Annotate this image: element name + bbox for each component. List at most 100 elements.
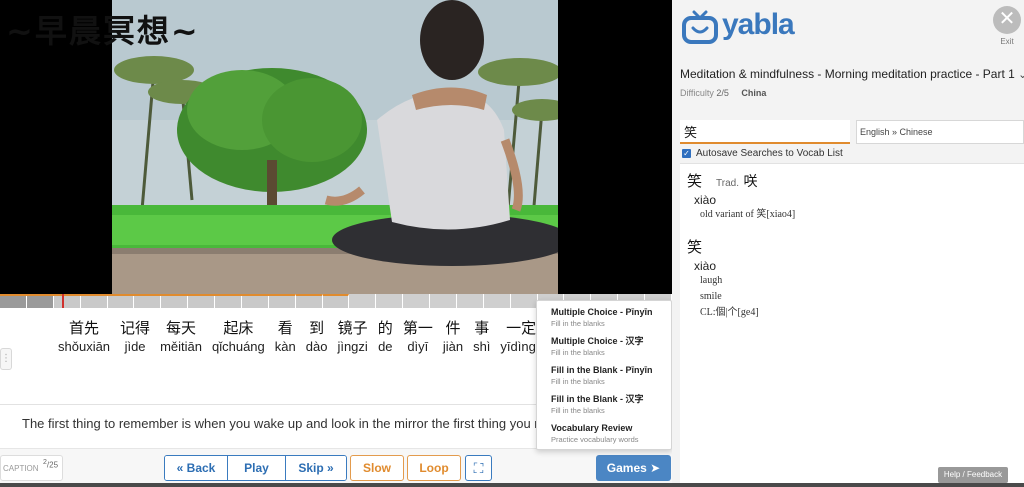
skip-button[interactable]: Skip »: [286, 456, 346, 480]
dictionary-entry: 笑 Trad. 咲 xiào old variant of 笑[xiao4]: [687, 170, 795, 223]
timeline-segment[interactable]: [134, 294, 162, 308]
caption-word[interactable]: 第一 dìyī: [403, 318, 433, 356]
fullscreen-icon[interactable]: ⛶: [465, 455, 492, 481]
games-button-label: Games: [606, 461, 647, 475]
caption-word[interactable]: 记得 jìde: [120, 318, 150, 356]
episode-meta: Difficulty 2/5 China: [680, 88, 766, 98]
slow-button[interactable]: Slow: [350, 455, 404, 481]
yabla-logo[interactable]: yabla: [680, 8, 820, 48]
exit-button[interactable]: ✕ Exit: [992, 6, 1022, 50]
dictionary-search-input[interactable]: [680, 120, 850, 144]
entry-definition: laugh: [700, 275, 723, 286]
entry-pinyin: xiào: [694, 259, 717, 273]
timeline-segment[interactable]: [349, 294, 377, 308]
caption-word[interactable]: 事 shì: [473, 318, 490, 356]
games-menu-item-title: Fill in the Blank - Pīnyīn: [551, 365, 653, 375]
caption-word-pinyin: kàn: [274, 339, 296, 354]
games-menu-item[interactable]: Fill in the Blank - 汉字 Fill in the blanks: [551, 393, 669, 416]
caption-word[interactable]: 件 jiàn: [443, 318, 463, 356]
games-menu-item-subtitle: Fill in the blanks: [551, 406, 605, 415]
entry-trad-label: Trad.: [716, 178, 739, 189]
caption-word[interactable]: 每天 měitiān: [160, 318, 202, 356]
resize-handle-icon[interactable]: ⋮: [0, 348, 12, 370]
video-overlay-title: ~早晨冥想~: [6, 12, 200, 50]
caption-word-pinyin: jìde: [124, 339, 146, 354]
autosave-checkbox[interactable]: ✓ Autosave Searches to Vocab List: [682, 148, 843, 159]
caption-word[interactable]: 看 kàn: [275, 318, 296, 356]
games-menu-item-title: Multiple Choice - Pīnyīn: [551, 307, 653, 317]
timeline-segment[interactable]: [107, 294, 135, 308]
entry-definition: CL:個|个[ge4]: [700, 307, 759, 318]
timeline-segment[interactable]: [295, 294, 323, 308]
difficulty-value: 2/5: [716, 88, 729, 98]
timeline-segment[interactable]: [26, 294, 54, 308]
caption-word-pinyin: jiàn: [442, 339, 464, 354]
timeline-segment[interactable]: [215, 294, 242, 308]
timeline-playhead[interactable]: [62, 294, 64, 308]
games-menu-item-subtitle: Fill in the blanks: [551, 377, 605, 386]
chevron-down-icon[interactable]: ⌄: [1018, 69, 1024, 81]
entry-headword[interactable]: 笑: [687, 238, 702, 256]
caption-word[interactable]: 的 de: [378, 318, 393, 356]
checkbox-checked-icon[interactable]: ✓: [682, 149, 691, 158]
caption-word[interactable]: 镜子 jìngzi: [337, 318, 367, 356]
caption-word-hanzi: 每天: [166, 319, 197, 337]
games-menu-item-subtitle: Fill in the blanks: [551, 319, 605, 328]
timeline-segment[interactable]: [0, 294, 27, 308]
caption-word-hanzi: 事: [474, 319, 490, 337]
caption-words: 首先 shǒuxiān 记得 jìde 每天 měitiān 起床 qǐchuáng 看 kàn 到…: [58, 318, 595, 356]
caption-counter: CAPTION 2/25: [0, 455, 63, 481]
games-menu-item[interactable]: Vocabulary Review Practice vocabulary wor…: [551, 422, 669, 445]
caption-word-pinyin: shì: [473, 339, 491, 354]
dictionary-entry: 笑 xiào laugh smile CL:個|个[ge4]: [687, 236, 759, 321]
games-menu-item[interactable]: Fill in the Blank - Pīnyīn Fill in the bl…: [551, 364, 669, 387]
language-direction-select[interactable]: English » Chinese: [856, 120, 1024, 144]
timeline-segment[interactable]: [241, 294, 269, 308]
games-button[interactable]: Games ➤: [596, 455, 671, 481]
help-feedback-button[interactable]: Help / Feedback: [938, 467, 1008, 483]
timeline-segment[interactable]: [268, 294, 296, 308]
video-player[interactable]: ~早晨冥想~: [0, 0, 672, 294]
player-column: ~早晨冥想~ ⋮ 首先 shǒuxiān 记得 jìde 每天 měitiān …: [0, 0, 672, 487]
timeline-segment[interactable]: [403, 294, 430, 308]
rocket-icon: ➤: [650, 461, 661, 475]
caption-word-pinyin: dìyī: [407, 339, 429, 354]
back-button[interactable]: « Back: [165, 456, 228, 480]
games-menu-item-title: Multiple Choice - 汉字: [551, 336, 644, 346]
timeline-segment[interactable]: [510, 294, 538, 308]
games-menu-item[interactable]: Multiple Choice - 汉字 Fill in the blanks: [551, 335, 669, 358]
games-menu-item[interactable]: Multiple Choice - Pīnyīn Fill in the blan…: [551, 306, 669, 329]
dictionary-results: 笑 Trad. 咲 xiào old variant of 笑[xiao4] 笑 xiào…: [680, 163, 1024, 487]
timeline-segment[interactable]: [376, 294, 404, 308]
episode-title[interactable]: Meditation & mindfulness - Morning medit…: [680, 67, 1024, 81]
timeline-segment[interactable]: [188, 294, 215, 308]
games-menu-item-subtitle: Fill in the blanks: [551, 348, 605, 357]
caption-word[interactable]: 起床 qǐchuáng: [212, 318, 265, 356]
play-button[interactable]: Play: [228, 456, 286, 480]
difficulty-label: Difficulty: [680, 88, 714, 98]
tv-icon: [682, 10, 718, 44]
timeline-segment[interactable]: [430, 294, 457, 308]
player-controls: CAPTION 2/25 « Back Play Skip » Slow Loo…: [0, 448, 672, 487]
caption-word-hanzi: 件: [445, 319, 461, 337]
caption-word[interactable]: 到 dào: [306, 318, 328, 356]
timeline-segment[interactable]: [80, 294, 108, 308]
timeline-segment[interactable]: [456, 294, 484, 308]
caption-word[interactable]: 首先 shǒuxiān: [58, 318, 110, 356]
games-menu-item-title: Fill in the Blank - 汉字: [551, 394, 644, 404]
country-label: China: [741, 88, 767, 98]
caption-word-hanzi: 首先: [69, 319, 100, 337]
entry-trad-char[interactable]: 咲: [743, 174, 757, 190]
games-dropdown: Multiple Choice - Pīnyīn Fill in the blan…: [536, 300, 672, 450]
caption-word-pinyin: měitiān: [160, 339, 202, 354]
caption-word-hanzi: 看: [277, 319, 293, 337]
timeline-segment[interactable]: [161, 294, 189, 308]
timeline-segment[interactable]: [483, 294, 511, 308]
timeline-segment[interactable]: [53, 294, 81, 308]
logo-text: yabla: [722, 8, 795, 41]
entry-pinyin: xiào: [694, 193, 717, 207]
caption-word-hanzi: 第一: [402, 319, 433, 337]
timeline-segment[interactable]: [322, 294, 350, 308]
loop-button[interactable]: Loop: [407, 455, 461, 481]
entry-headword[interactable]: 笑: [687, 172, 702, 190]
